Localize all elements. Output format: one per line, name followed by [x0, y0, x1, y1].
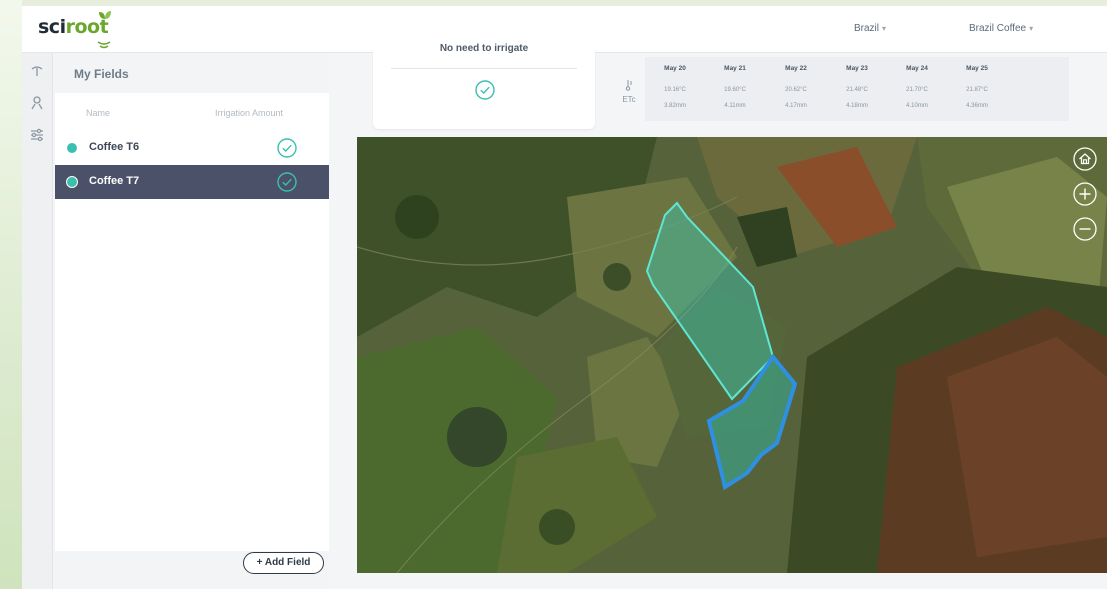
sprinkler-icon[interactable] — [29, 63, 45, 79]
chevron-down-icon: ▾ — [882, 24, 887, 33]
forecast-date: May 23 — [846, 65, 868, 72]
forecast-etc: 4.10mm — [906, 103, 928, 109]
column-header-name: Name — [86, 108, 111, 118]
card-divider — [391, 68, 577, 69]
left-rail — [22, 53, 53, 589]
forecast-etc: 4.36mm — [966, 103, 988, 109]
et-row-labels: ETc — [619, 79, 639, 104]
page-backdrop — [0, 0, 22, 589]
zoom-out-icon[interactable] — [1073, 217, 1097, 241]
field-row-coffee-t7[interactable]: Coffee T7 — [55, 165, 329, 199]
thermometer-icon — [625, 80, 632, 91]
home-icon[interactable] — [1073, 147, 1097, 171]
zoom-in-icon[interactable] — [1073, 182, 1097, 206]
waves-icon — [97, 41, 111, 49]
fields-list: Name Irrigation Amount Coffee T6 Coffee … — [55, 93, 329, 551]
irrigation-status-text: No need to irrigate — [439, 43, 529, 54]
sliders-icon[interactable] — [29, 127, 45, 143]
irrigation-status-card: No need to irrigate — [373, 43, 595, 129]
check-circle-icon — [475, 80, 495, 100]
chevron-down-icon: ▾ — [1029, 24, 1034, 33]
forecast-etc: 4.17mm — [785, 103, 807, 109]
region-dropdown[interactable]: Brazil ▾ — [854, 23, 886, 34]
farm-dropdown[interactable]: Brazil Coffee ▾ — [969, 23, 1033, 34]
et-forecast-table: May 20 May 21 May 22 May 23 May 24 May 2… — [645, 57, 1069, 121]
fields-panel: My Fields Name Irrigation Amount Coffee … — [53, 53, 329, 589]
satellite-map[interactable] — [357, 137, 1107, 573]
sciroot-logo[interactable]: sciroot — [38, 11, 111, 49]
field-name: Coffee T6 — [89, 141, 140, 153]
region-dropdown-label: Brazil — [854, 23, 880, 34]
forecast-date: May 22 — [785, 65, 807, 72]
forecast-temp: 19.16°C — [664, 87, 686, 93]
forecast-etc: 4.18mm — [846, 103, 868, 109]
forecast-date: May 25 — [966, 65, 988, 72]
field-color-dot — [67, 143, 77, 153]
fields-title: My Fields — [74, 67, 129, 81]
check-circle-icon — [277, 138, 297, 158]
field-color-dot — [66, 176, 78, 188]
add-field-button[interactable]: + Add Field — [243, 552, 324, 574]
forecast-date: May 24 — [906, 65, 928, 72]
etc-row-label: ETc — [622, 95, 636, 104]
forecast-date: May 20 — [664, 65, 686, 72]
field-row-coffee-t6[interactable]: Coffee T6 — [55, 131, 329, 165]
forecast-temp: 19.60°C — [724, 87, 746, 93]
main-content: No need to irrigate ETc May 20 May 21 Ma… — [329, 43, 1107, 589]
app-window: sciroot Brazil ▾ Brazil Coffee ▾ My Fiel… — [22, 6, 1107, 589]
column-header-irrigation: Irrigation Amount — [215, 108, 284, 118]
forecast-etc: 3.82mm — [664, 103, 686, 109]
forecast-temp: 21.48°C — [846, 87, 868, 93]
field-name: Coffee T7 — [89, 175, 140, 187]
map-imagery — [357, 137, 1107, 573]
forecast-temp: 21.70°C — [906, 87, 928, 93]
forecast-etc: 4.11mm — [724, 103, 746, 109]
user-icon[interactable] — [29, 95, 45, 111]
leaf-icon — [99, 11, 111, 19]
forecast-temp: 20.62°C — [785, 87, 807, 93]
forecast-date: May 21 — [724, 65, 746, 72]
logo-text-sci: sci — [38, 16, 66, 38]
farm-dropdown-label: Brazil Coffee — [969, 23, 1027, 34]
forecast-temp: 21.87°C — [966, 87, 988, 93]
check-circle-icon — [277, 172, 297, 192]
